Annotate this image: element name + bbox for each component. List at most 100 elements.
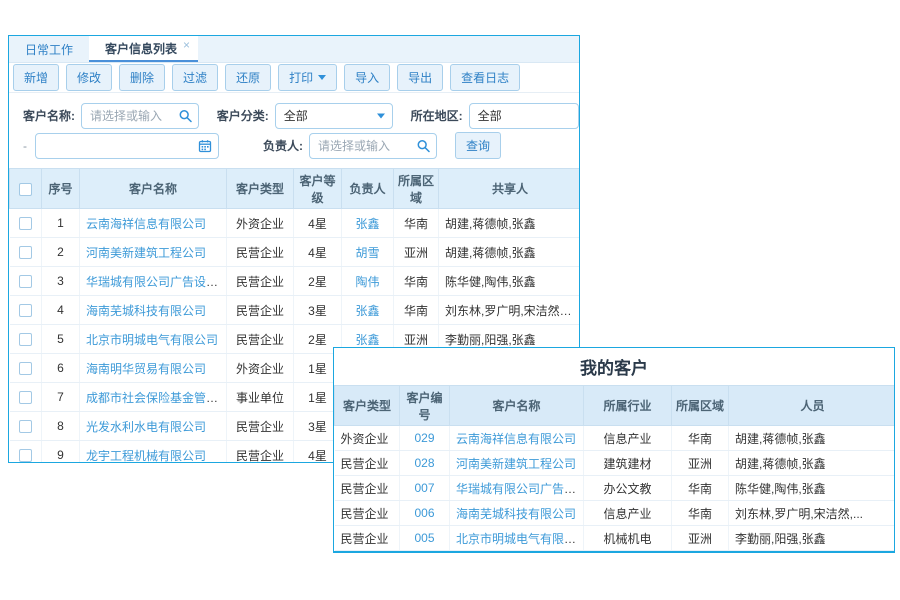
customer-name-link[interactable]: 河南美新建筑工程公司 [86, 246, 206, 260]
cell-customer-name: 华瑞城有限公司广告设计部 [80, 267, 227, 296]
chevron-down-icon [377, 113, 385, 118]
cell-checkbox [10, 412, 42, 441]
customer-name-link[interactable]: 华瑞城有限公司广告设计部 [456, 482, 584, 496]
cell-region: 华南 [672, 426, 729, 451]
customer-name-link[interactable]: 华瑞城有限公司广告设计部 [86, 275, 227, 289]
owner-link[interactable]: 张鑫 [355, 217, 379, 231]
col-region: 所属区域 [672, 386, 729, 426]
calendar-icon[interactable] [198, 139, 212, 153]
customer-name-link[interactable]: 云南海祥信息有限公司 [456, 432, 576, 446]
add-button[interactable]: 新增 [13, 64, 59, 91]
cell-customer-code: 029 [400, 426, 450, 451]
edit-button[interactable]: 修改 [66, 64, 112, 91]
tab-customer-list[interactable]: 客户信息列表 × [89, 36, 198, 62]
cell-index: 9 [42, 441, 80, 464]
cell-people: 陈华健,陶伟,张鑫 [729, 476, 896, 501]
cell-owner: 陶伟 [342, 267, 394, 296]
import-button[interactable]: 导入 [344, 64, 390, 91]
col-shared: 共享人 [439, 169, 581, 209]
table-row: 2河南美新建筑工程公司民营企业4星胡雪亚洲胡建,蒋德帧,张鑫 [10, 238, 581, 267]
customer-name-link[interactable]: 海南芜城科技有限公司 [456, 507, 576, 521]
customer-name-link[interactable]: 成都市社会保险基金管理... [86, 391, 227, 405]
row-checkbox[interactable] [19, 391, 32, 404]
customer-name-link[interactable]: 云南海祥信息有限公司 [86, 217, 206, 231]
cell-customer-level: 3星 [294, 296, 342, 325]
cell-customer-code: 005 [400, 526, 450, 551]
owner-link[interactable]: 张鑫 [355, 333, 379, 347]
owner-link[interactable]: 张鑫 [355, 304, 379, 318]
print-button[interactable]: 打印 [278, 64, 337, 91]
customer-name-link[interactable]: 海南芜城科技有限公司 [86, 304, 206, 318]
cell-customer-name: 海南明华贸易有限公司 [80, 354, 227, 383]
cell-shared: 陈华健,陶伟,张鑫 [439, 267, 581, 296]
cell-customer-type: 民营企业 [335, 501, 400, 526]
view-log-button[interactable]: 查看日志 [450, 64, 520, 91]
row-checkbox[interactable] [19, 362, 32, 375]
cell-customer-name: 云南海祥信息有限公司 [450, 426, 584, 451]
customer-category-select[interactable]: 全部 [275, 103, 393, 129]
tab-daily-work[interactable]: 日常工作 [9, 36, 89, 62]
restore-button[interactable]: 还原 [225, 64, 271, 91]
row-checkbox[interactable] [19, 246, 32, 259]
cell-region: 亚洲 [672, 451, 729, 476]
cell-people: 胡建,蒋德帧,张鑫 [729, 451, 896, 476]
select-all-checkbox[interactable] [19, 183, 32, 196]
table-row: 4海南芜城科技有限公司民营企业3星张鑫华南刘东林,罗广明,宋洁然,张鑫 [10, 296, 581, 325]
customer-name-link[interactable]: 光发水利水电有限公司 [86, 420, 206, 434]
customer-name-link[interactable]: 海南明华贸易有限公司 [86, 362, 206, 376]
customer-code-link[interactable]: 029 [414, 431, 434, 445]
cell-index: 6 [42, 354, 80, 383]
row-checkbox[interactable] [19, 304, 32, 317]
customer-name-link[interactable]: 北京市明城电气有限公司 [86, 333, 218, 347]
filter-area: 客户名称: 客户分类: 全部 所在地区: 全部 [9, 93, 579, 168]
tab-close-icon[interactable]: × [183, 38, 190, 52]
delete-button[interactable]: 删除 [119, 64, 165, 91]
customer-name-link[interactable]: 河南美新建筑工程公司 [456, 457, 576, 471]
filter-row-2: - 负责人: 查询 [9, 132, 579, 159]
region-field-wrap: 全部 [469, 103, 579, 129]
row-checkbox[interactable] [19, 420, 32, 433]
customer-code-link[interactable]: 028 [414, 456, 434, 470]
customer-code-link[interactable]: 007 [414, 481, 434, 495]
table-row: 民营企业007华瑞城有限公司广告设计部办公文教华南陈华健,陶伟,张鑫 [335, 476, 896, 501]
row-checkbox[interactable] [19, 275, 32, 288]
owner-label: 负责人: [263, 137, 303, 154]
cell-customer-name: 河南美新建筑工程公司 [450, 451, 584, 476]
table-header-row: 序号 客户名称 客户类型 客户等级 负责人 所属区域 共享人 [10, 169, 581, 209]
cell-shared: 刘东林,罗广明,宋洁然,张鑫 [439, 296, 581, 325]
row-checkbox[interactable] [19, 449, 32, 462]
search-icon[interactable] [417, 139, 430, 152]
col-customer-code: 客户编号 [400, 386, 450, 426]
tab-bar: 日常工作 客户信息列表 × [9, 36, 579, 63]
row-checkbox[interactable] [19, 217, 32, 230]
cell-customer-name: 北京市明城电气有限公司 [80, 325, 227, 354]
search-icon[interactable] [179, 109, 192, 122]
cell-checkbox [10, 238, 42, 267]
region-select[interactable]: 全部 [469, 103, 579, 129]
row-checkbox[interactable] [19, 333, 32, 346]
export-button[interactable]: 导出 [397, 64, 443, 91]
cell-industry: 机械机电 [584, 526, 672, 551]
query-button[interactable]: 查询 [455, 132, 501, 159]
cell-checkbox [10, 325, 42, 354]
cell-checkbox [10, 383, 42, 412]
screen: 日常工作 客户信息列表 × 新增 修改 删除 过滤 还原 打印 导入 导出 查看… [0, 0, 900, 600]
cell-owner: 张鑫 [342, 209, 394, 238]
filter-button[interactable]: 过滤 [172, 64, 218, 91]
cell-customer-type: 民营企业 [227, 412, 294, 441]
cell-customer-code: 006 [400, 501, 450, 526]
customer-code-link[interactable]: 005 [414, 531, 434, 545]
cell-customer-type: 外资企业 [227, 209, 294, 238]
owner-link[interactable]: 陶伟 [355, 275, 379, 289]
customer-name-link[interactable]: 北京市明城电气有限公司 [456, 532, 584, 546]
cell-customer-name: 河南美新建筑工程公司 [80, 238, 227, 267]
col-people: 人员 [729, 386, 896, 426]
cell-people: 李勤丽,阳强,张鑫 [729, 526, 896, 551]
cell-industry: 信息产业 [584, 501, 672, 526]
customer-name-link[interactable]: 龙宇工程机械有限公司 [86, 449, 206, 463]
date-input[interactable] [35, 133, 219, 159]
customer-code-link[interactable]: 006 [414, 506, 434, 520]
owner-link[interactable]: 胡雪 [355, 246, 379, 260]
cell-checkbox [10, 354, 42, 383]
tab-label: 日常工作 [25, 41, 73, 58]
